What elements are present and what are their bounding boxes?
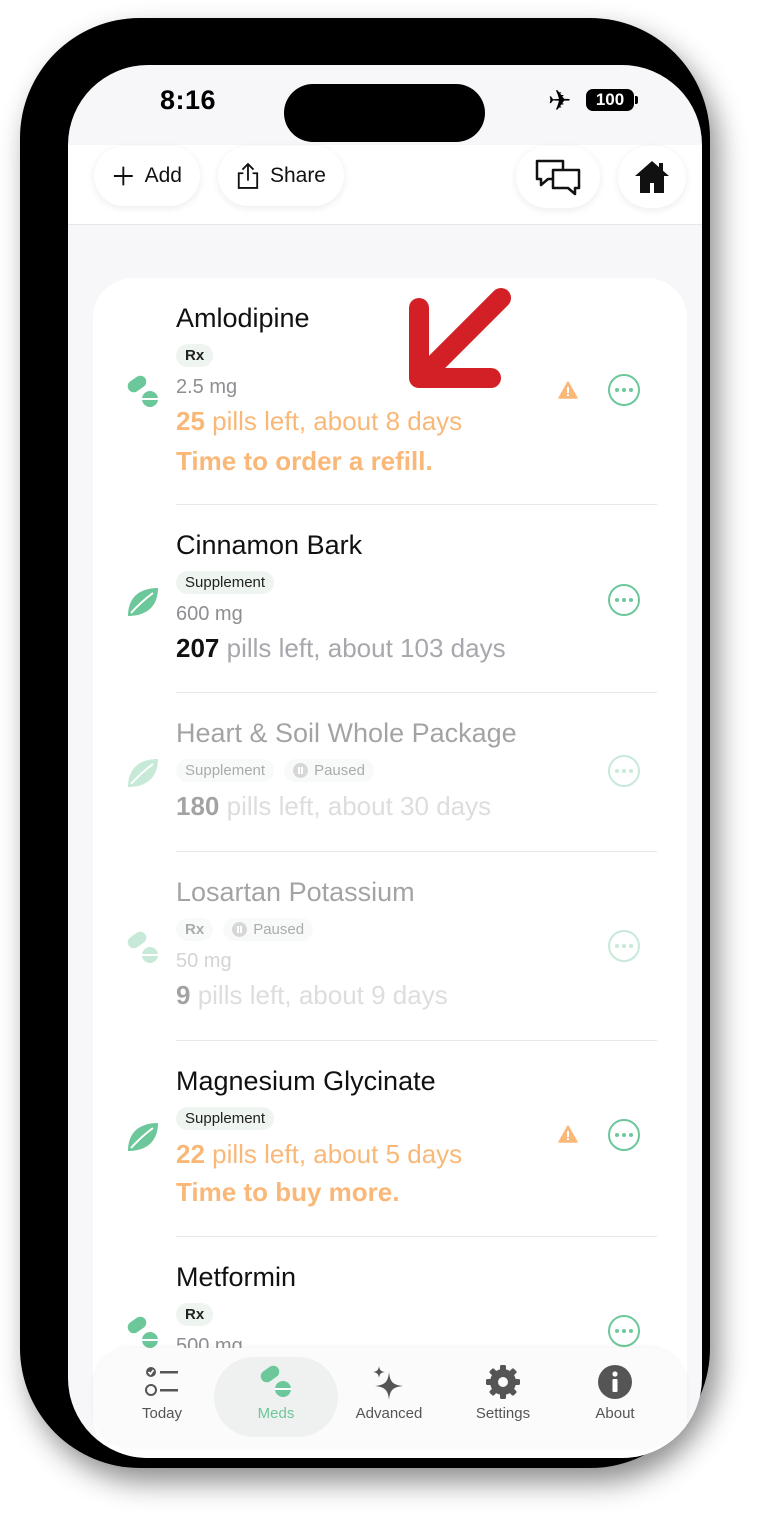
more-options-button[interactable] — [608, 374, 640, 406]
list-item-losartan[interactable]: Losartan Potassium Rx Paused 50 mg 9 pil… — [93, 852, 687, 1040]
home-button[interactable] — [618, 146, 686, 208]
share-button[interactable]: Share — [218, 146, 344, 206]
app-screen: 8:16 ✈ 100 Add Share Amlodipine Rx 2.5 m… — [68, 65, 702, 1458]
more-options-button[interactable] — [608, 1315, 640, 1347]
supplement-tag: Supplement — [176, 1107, 275, 1130]
tab-advanced[interactable]: Advanced — [334, 1348, 444, 1448]
pill-count: 9 pills left, about 9 days — [176, 980, 448, 1010]
med-name: Magnesium Glycinate — [176, 1066, 436, 1096]
chat-bubbles-icon — [535, 159, 581, 196]
pill-icon — [127, 1316, 158, 1348]
pill-count: 22 pills left, about 5 days — [176, 1139, 463, 1169]
more-options-button[interactable] — [608, 1119, 640, 1151]
tab-label: Advanced — [355, 1405, 423, 1422]
tab-label: Settings — [475, 1405, 531, 1422]
pause-icon — [293, 763, 309, 778]
med-name: Metformin — [176, 1262, 297, 1292]
rx-tag: Rx — [176, 344, 214, 367]
tab-settings[interactable]: Settings — [448, 1348, 558, 1448]
phone-frame: 8:16 ✈ 100 Add Share Amlodipine Rx 2.5 m… — [20, 18, 710, 1468]
chat-button[interactable] — [516, 146, 600, 208]
med-dose: 600 mg — [176, 603, 243, 625]
leaf-icon — [128, 588, 158, 616]
med-dose: 2.5 mg — [176, 376, 238, 398]
tab-meds[interactable]: Meds — [214, 1357, 338, 1437]
tab-about[interactable]: About — [560, 1348, 670, 1448]
pill-icon — [127, 931, 158, 963]
supplement-tag: Supplement — [176, 759, 275, 782]
med-name: Cinnamon Bark — [176, 530, 363, 560]
list-item-cinnamon-bark[interactable]: Cinnamon Bark Supplement 600 mg 207 pill… — [93, 505, 687, 692]
more-options-button[interactable] — [608, 584, 640, 616]
med-name: Amlodipine — [176, 303, 310, 333]
bottom-tab-bar: Today Meds Advanced Settings About — [93, 1348, 687, 1448]
rx-tag: Rx — [176, 918, 214, 941]
share-button-label: Share — [269, 164, 326, 187]
supplement-tag: Supplement — [176, 571, 275, 594]
pill-count: 25 pills left, about 8 days — [176, 406, 463, 436]
paused-tag: Paused — [284, 759, 374, 782]
pill-count: 180 pills left, about 30 days — [176, 791, 492, 821]
warning-icon — [558, 381, 578, 399]
tab-label: Today — [141, 1405, 183, 1422]
add-button-label: Add — [144, 164, 182, 187]
leaf-icon — [128, 759, 158, 787]
top-toolbar: Add Share — [68, 145, 702, 225]
list-item-magnesium-glycinate[interactable]: Magnesium Glycinate Supplement 22 pills … — [93, 1041, 687, 1236]
pause-icon — [232, 922, 248, 937]
gear-icon — [486, 1365, 520, 1399]
pill-icon — [127, 375, 158, 407]
sparkles-icon — [373, 1366, 403, 1400]
annotation-arrow-icon — [409, 288, 511, 388]
more-options-button[interactable] — [608, 755, 640, 787]
refill-alert: Time to buy more. — [176, 1177, 400, 1207]
plus-icon — [113, 166, 133, 186]
list-item-amlodipine[interactable]: Amlodipine Rx 2.5 mg 25 pills left, abou… — [93, 278, 687, 504]
tab-today[interactable]: Today — [107, 1348, 217, 1448]
med-name: Losartan Potassium — [176, 877, 415, 907]
tab-label: About — [595, 1405, 635, 1422]
medication-list: Amlodipine Rx 2.5 mg 25 pills left, abou… — [93, 278, 687, 1458]
warning-icon — [558, 1125, 578, 1143]
pill-count: 207 pills left, about 103 days — [176, 633, 506, 663]
checklist-icon — [145, 1367, 178, 1396]
refill-alert: Time to order a refill. — [176, 446, 433, 476]
leaf-icon — [128, 1123, 158, 1151]
battery-tip — [635, 96, 638, 104]
share-icon — [237, 162, 259, 189]
more-options-button[interactable] — [608, 930, 640, 962]
airplane-icon: ✈ — [548, 85, 572, 116]
rx-tag: Rx — [176, 1303, 214, 1326]
add-button[interactable]: Add — [94, 146, 200, 206]
med-name: Heart & Soil Whole Package — [176, 718, 517, 748]
paused-tag: Paused — [223, 918, 314, 941]
battery-level: 100 — [586, 89, 634, 111]
info-icon — [598, 1365, 632, 1399]
tab-label: Meds — [257, 1405, 295, 1422]
list-item-metformin[interactable]: Metformin Rx 500 mg — [93, 1237, 687, 1357]
dynamic-island — [284, 84, 485, 142]
status-time: 8:16 — [160, 85, 217, 115]
med-dose: 50 mg — [176, 950, 232, 972]
list-item-heart-soil[interactable]: Heart & Soil Whole Package Supplement Pa… — [93, 693, 687, 851]
pill-icon — [260, 1365, 291, 1397]
home-icon — [635, 161, 669, 193]
